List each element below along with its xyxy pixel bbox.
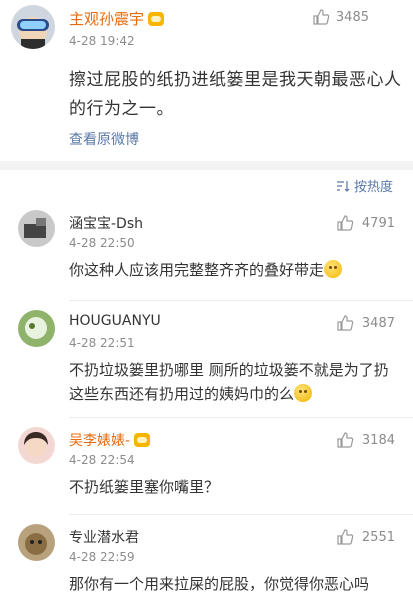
comment-like-count: 3184	[361, 432, 395, 448]
thumbs-up-icon	[337, 315, 354, 331]
comment-like-button[interactable]: 3487	[336, 314, 395, 332]
author-name-text[interactable]: 主观孙震宇	[69, 8, 144, 29]
commenter-avatar[interactable]	[18, 524, 55, 561]
comment-item: HOUGUANYU 4-28 22:51 3487 不扔垃圾篓里扔哪里 厕所的垃…	[0, 300, 413, 415]
sort-icon	[336, 180, 350, 192]
commenter-avatar[interactable]	[18, 210, 55, 247]
comment-like-count: 2551	[361, 529, 395, 545]
author-avatar[interactable]	[11, 5, 55, 49]
comment-text-body: 不扔垃圾篓里扔哪里 厕所的垃圾篓不就是为了扔这些东西还有扔用过的姨妈巾的么	[69, 361, 389, 403]
comment-like-button[interactable]: 4791	[336, 214, 395, 232]
post-time: 4-28 19:42	[69, 34, 135, 48]
vip-badge-icon	[148, 11, 165, 26]
comment-item: 吴李婊婊- 4-28 22:54 3184 不扔纸篓里塞你嘴里？	[0, 417, 413, 513]
commenter-name[interactable]: HOUGUANYU	[69, 313, 161, 329]
commenter-name[interactable]: 专业潜水君	[69, 527, 139, 547]
comment-time: 4-28 22:54	[69, 453, 135, 467]
sort-bar: 按热度	[0, 170, 413, 200]
commenter-name[interactable]: 吴李婊婊-	[69, 430, 151, 450]
comment-like-button[interactable]: 3184	[336, 431, 395, 449]
thumbs-up-icon	[313, 9, 330, 25]
thumbs-up-icon	[337, 529, 354, 545]
comment-item: 涵宝宝-Dsh 4-28 22:50 4791 你这种人应该用完整整齐齐的叠好带…	[0, 200, 413, 298]
vip-badge-icon	[134, 433, 151, 447]
comment-text-body: 你这种人应该用完整整齐齐的叠好带走	[69, 261, 325, 279]
comment-like-button[interactable]: 2551	[336, 528, 395, 546]
commenter-avatar[interactable]	[18, 310, 55, 347]
smile-emoji-icon	[324, 260, 343, 278]
comment-text: 不扔垃圾篓里扔哪里 厕所的垃圾篓不就是为了扔这些东西还有扔用过的姨妈巾的么	[69, 358, 399, 406]
comment-time: 4-28 22:51	[69, 336, 135, 350]
sort-by-popularity-button[interactable]: 按热度	[336, 176, 393, 195]
sort-label: 按热度	[353, 180, 393, 195]
commenter-name[interactable]: 涵宝宝-Dsh	[69, 213, 143, 233]
comment-list: 涵宝宝-Dsh 4-28 22:50 4791 你这种人应该用完整整齐齐的叠好带…	[0, 200, 413, 602]
post-like-button[interactable]: 3485	[312, 8, 369, 26]
comment-time: 4-28 22:59	[69, 550, 135, 564]
commenter-name-text[interactable]: 吴李婊婊-	[69, 430, 130, 450]
comment-like-count: 3487	[361, 315, 395, 331]
thumbs-up-icon	[337, 215, 354, 231]
comment-text: 不扔纸篓里塞你嘴里？	[69, 478, 220, 496]
view-original-link[interactable]: 查看原微博	[69, 129, 139, 149]
comment-time: 4-28 22:50	[69, 236, 135, 250]
original-post: 主观孙震宇 4-28 19:42 3485 擦过屁股的纸扔进纸篓里是我天朝最恶心…	[0, 0, 413, 161]
comment-like-count: 4791	[361, 215, 395, 231]
author-name[interactable]: 主观孙震宇	[69, 8, 165, 29]
post-content: 擦过屁股的纸扔进纸篓里是我天朝最恶心人的行为之一。	[69, 70, 402, 119]
comment-text: 那你有一个用来拉屎的屁股，你觉得你恶心吗	[69, 575, 370, 593]
comment-item: 专业潜水君 4-28 22:59 2551 那你有一个用来拉屎的屁股，你觉得你恶…	[0, 514, 413, 602]
sweat-emoji-icon	[294, 384, 313, 402]
comment-text: 你这种人应该用完整整齐齐的叠好带走	[69, 258, 399, 282]
thumbs-up-icon	[337, 432, 354, 448]
commenter-avatar[interactable]	[18, 427, 55, 464]
post-like-count: 3485	[335, 9, 369, 25]
